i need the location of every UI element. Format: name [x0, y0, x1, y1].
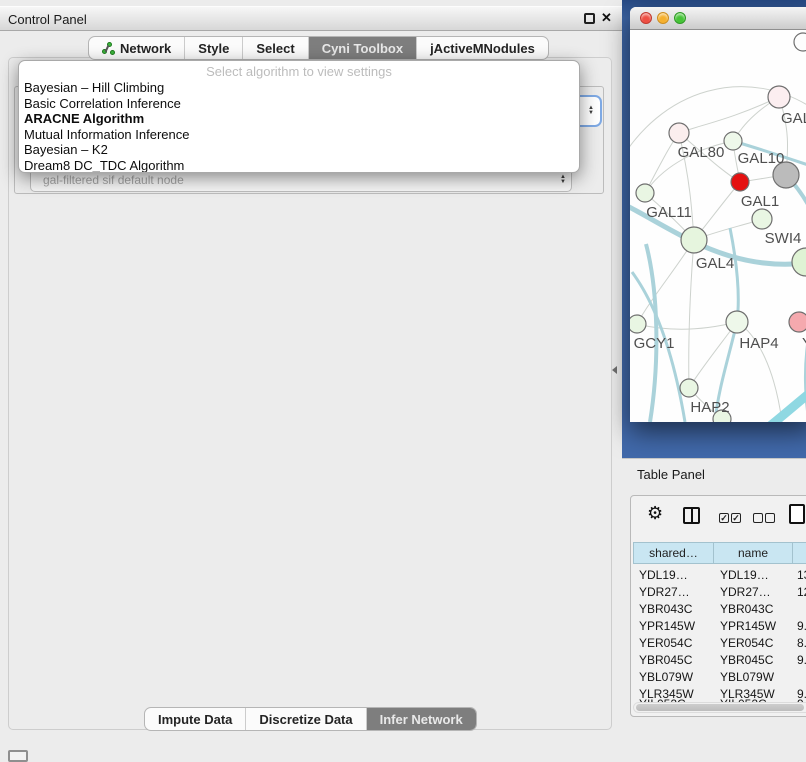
network-view-window: GAL GAL80 GAL10 GAL11 GAL1 SWI4 GAL4 GCY…	[630, 7, 806, 422]
algorithm-option[interactable]: Bayesian – Hill Climbing	[19, 80, 579, 96]
node-label: GAL10	[738, 150, 785, 167]
algorithm-option[interactable]: Mutual Information Inference	[19, 127, 579, 143]
node-red[interactable]	[731, 173, 749, 191]
table-cell[interactable]: YBL079W	[639, 670, 693, 684]
algorithm-option[interactable]: Bayesian – K2	[19, 142, 579, 158]
node-gal10[interactable]	[724, 132, 742, 150]
node-label: HAP4	[739, 335, 778, 352]
popup-placeholder: Select algorithm to view settings	[19, 61, 579, 80]
node-gcy1[interactable]	[630, 315, 646, 333]
table-cell[interactable]: YBR043C	[720, 602, 773, 616]
tab-impute-data[interactable]: Impute Data	[145, 708, 245, 730]
select-all-icon[interactable]: ✓	[731, 513, 741, 523]
tab-label: Network	[120, 41, 171, 56]
table-cell[interactable]: YDR27…	[639, 585, 690, 599]
node-gal80[interactable]	[669, 123, 689, 143]
select-all-icon[interactable]: ✓	[719, 513, 729, 523]
network-window-titlebar[interactable]	[630, 7, 806, 30]
table-cell[interactable]: 8.	[797, 636, 806, 650]
node[interactable]	[794, 33, 806, 51]
node-hap4[interactable]	[726, 311, 748, 333]
float-window-icon[interactable]	[584, 13, 595, 24]
table-cell[interactable]: YBL079W	[720, 670, 774, 684]
tab-jactivemnodules[interactable]: jActiveMNodules	[416, 37, 548, 59]
deselect-all-icon[interactable]	[753, 513, 763, 523]
network-selector-value: gal-filtered sif default node	[43, 173, 184, 187]
algorithm-dropdown-popup: Select algorithm to view settings Bayesi…	[18, 60, 580, 173]
table-panel-section: Table Panel ⚙ ✓ ✓ shared… name A YDL19… …	[622, 458, 806, 762]
column-view-icon[interactable]	[683, 507, 700, 524]
node-hap2[interactable]	[680, 379, 698, 397]
tab-discretize-data[interactable]: Discretize Data	[245, 708, 365, 730]
node-label: HAP2	[690, 399, 729, 416]
table-cell[interactable]: YBR043C	[639, 602, 692, 616]
minimize-traffic-light-icon[interactable]	[657, 12, 669, 24]
network-icon	[102, 42, 115, 56]
node-label: GCY1	[634, 335, 675, 352]
bottom-tabbar: Impute Data Discretize Data Infer Networ…	[144, 707, 477, 731]
tab-infer-network[interactable]: Infer Network	[366, 708, 476, 730]
app-root: Control Panel ✕ Network Style Select Cyn…	[0, 0, 806, 762]
node-gal2[interactable]	[768, 86, 790, 108]
node-label: GAL11	[646, 204, 692, 221]
control-panel-titlebar: Control Panel ✕	[0, 6, 622, 31]
node-label: GAL1	[741, 193, 779, 210]
network-graph: GAL GAL80 GAL10 GAL11 GAL1 SWI4 GAL4 GCY…	[630, 30, 806, 422]
table-panel-title: Table Panel	[637, 467, 705, 482]
column-header-partial[interactable]: A	[792, 542, 806, 564]
table-horizontal-scrollbar[interactable]	[633, 702, 806, 713]
table-cell[interactable]: YER054C	[639, 636, 692, 650]
column-header-shared[interactable]: shared…	[633, 542, 714, 564]
node-gal1[interactable]	[752, 209, 772, 229]
control-panel-tabbar: Network Style Select Cyni Toolbox jActiv…	[88, 36, 549, 60]
tab-style[interactable]: Style	[184, 37, 242, 59]
table-cell[interactable]: YER054C	[720, 636, 773, 650]
node-gal11[interactable]	[636, 184, 654, 202]
table-cell[interactable]: 9.	[797, 619, 806, 633]
table-cell[interactable]: YDL19…	[639, 568, 688, 582]
node-label: GAL80	[678, 144, 725, 161]
tab-cyni-toolbox[interactable]: Cyni Toolbox	[308, 37, 416, 59]
table-cell[interactable]: 12	[797, 585, 806, 599]
tab-select[interactable]: Select	[242, 37, 307, 59]
gear-icon[interactable]: ⚙	[647, 503, 663, 524]
table-cell[interactable]: YDL19…	[720, 568, 769, 582]
node-label: GAL4	[696, 255, 734, 272]
node-pink[interactable]	[789, 312, 806, 332]
splitter-handle-icon[interactable]	[612, 366, 617, 374]
algorithm-option[interactable]: Dream8 DC_TDC Algorithm	[19, 158, 579, 174]
algorithm-option-selected[interactable]: ARACNE Algorithm	[19, 111, 579, 127]
table-cell[interactable]: YDR27…	[720, 585, 771, 599]
export-table-icon[interactable]	[789, 504, 805, 524]
combo-stepper-icon: ▲▼	[588, 97, 594, 125]
table-cell[interactable]: YPR145W	[639, 619, 695, 633]
node-gal4[interactable]	[681, 227, 707, 253]
control-panel-title: Control Panel	[8, 12, 87, 27]
zoom-traffic-light-icon[interactable]	[674, 12, 686, 24]
table-cell[interactable]: YBR045C	[720, 653, 773, 667]
algorithm-option[interactable]: Basic Correlation Inference	[19, 96, 579, 112]
node-label: SWI4	[765, 230, 802, 247]
table-cell[interactable]: YPR145W	[720, 619, 776, 633]
node-label: GAL	[781, 110, 806, 127]
tab-network[interactable]: Network	[89, 37, 184, 59]
node-swi4[interactable]	[792, 248, 806, 276]
deselect-all-icon[interactable]	[765, 513, 775, 523]
network-canvas[interactable]: GAL GAL80 GAL10 GAL11 GAL1 SWI4 GAL4 GCY…	[630, 30, 806, 422]
column-header-name[interactable]: name	[713, 542, 793, 564]
table-cell[interactable]: YBR045C	[639, 653, 692, 667]
scrollbar-thumb[interactable]	[636, 704, 804, 711]
table-cell[interactable]: 9.	[797, 653, 806, 667]
table-cell[interactable]: 13	[797, 568, 806, 582]
node-label: Y	[802, 335, 806, 352]
close-icon[interactable]: ✕	[601, 10, 612, 26]
table-panel: ⚙ ✓ ✓ shared… name A YDL19… YDL19… 13 YD…	[630, 495, 806, 717]
close-traffic-light-icon[interactable]	[640, 12, 652, 24]
collapsed-panel-icon[interactable]	[8, 750, 28, 762]
